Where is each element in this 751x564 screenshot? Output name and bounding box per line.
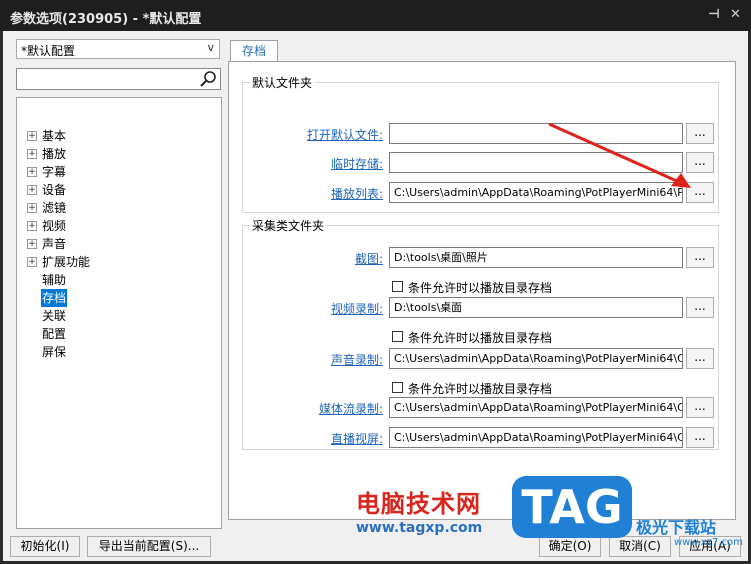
tree-item[interactable]: 存档 [17, 289, 217, 307]
ok-button[interactable]: 确定(O) [539, 536, 601, 557]
browse-button[interactable]: ... [686, 247, 714, 268]
annotation-arrow [548, 122, 691, 188]
tree-item[interactable]: + 视频 [17, 217, 217, 235]
folder-label-link[interactable]: 打开默认文件: [307, 126, 383, 143]
default-folders-title: 默认文件夹 [249, 74, 316, 91]
search-icon[interactable] [199, 70, 217, 88]
tree-item[interactable]: + 播放 [17, 145, 217, 163]
tree-item[interactable]: + 基本 [17, 127, 217, 145]
tab-panel: 默认文件夹 打开默认文件:... 临时存储:... 播放列表: C:\Users\ad… [228, 61, 736, 520]
expand-icon[interactable]: + [27, 167, 37, 177]
expand-icon[interactable]: + [27, 185, 37, 195]
tree-item-label: 基本 [42, 129, 67, 143]
chevron-down-icon: v [207, 41, 214, 54]
expand-icon[interactable]: + [27, 203, 37, 213]
tree-item[interactable]: + 字幕 [17, 163, 217, 181]
use-playback-dir-checkbox[interactable]: 条件允许时以播放目录存档 [392, 330, 592, 345]
tree-item-label: 播放 [42, 147, 67, 161]
profile-select[interactable]: *默认配置 v [16, 39, 220, 59]
cancel-button[interactable]: 取消(C) [609, 536, 671, 557]
browse-button[interactable]: ... [686, 397, 714, 418]
initialize-button[interactable]: 初始化(I) [10, 536, 80, 557]
tree-item[interactable]: + 设备 [17, 181, 217, 199]
folder-path-input[interactable]: C:\Users\admin\AppData\Roaming\PotPlayer… [389, 427, 683, 448]
tab-archive[interactable]: 存档 [230, 40, 278, 62]
export-config-button[interactable]: 导出当前配置(S)... [87, 536, 211, 557]
window-title: 参数选项(230905) - *默认配置 [10, 12, 202, 27]
close-icon[interactable]: ✕ [730, 7, 741, 22]
tree-item-label: 字幕 [42, 165, 67, 179]
tree-item-label: 扩展功能 [42, 255, 91, 269]
tree-item-label: 配置 [42, 327, 67, 341]
tree-item[interactable]: + 扩展功能 [17, 253, 217, 271]
watermark-brand: 电脑技术网 [356, 490, 481, 518]
tree-item-label: 存档 [41, 289, 68, 307]
watermark-site: 极光下载站 [636, 518, 717, 537]
tree-item[interactable]: 辅助 [17, 271, 217, 289]
search-input[interactable] [16, 68, 221, 90]
folder-path-input[interactable]: C:\Users\admin\AppData\Roaming\PotPlayer… [389, 397, 683, 418]
checkbox-box[interactable] [392, 281, 403, 292]
tree-item[interactable]: 屏保 [17, 343, 217, 361]
expand-icon[interactable]: + [27, 239, 37, 249]
tree-item[interactable]: 配置 [17, 325, 217, 343]
folder-label-link[interactable]: 直播视屏: [331, 430, 383, 447]
use-playback-dir-checkbox[interactable]: 条件允许时以播放目录存档 [392, 280, 592, 295]
capture-folders-group: 采集类文件夹 截图: D:\tools\桌面\照片... 条件允许时以播放目录存档视… [242, 217, 719, 450]
folder-label-link[interactable]: 声音录制: [331, 351, 383, 368]
settings-tree: + 基本 + 播放 + 字幕 + 设备 + 滤镜 + 视频 + 声音 + 扩展功能 辅助 存档 关联 配置 屏保 [16, 97, 222, 529]
folder-label-link[interactable]: 媒体流录制: [319, 400, 383, 417]
checkbox-label: 条件允许时以播放目录存档 [408, 382, 553, 396]
expand-icon[interactable]: + [27, 149, 37, 159]
expand-icon[interactable]: + [27, 131, 37, 141]
tree-item-label: 滤镜 [42, 201, 67, 215]
tree-item-label: 设备 [42, 183, 67, 197]
profile-select-value: *默认配置 [21, 44, 76, 58]
tree-item-label: 辅助 [42, 273, 67, 287]
watermark-url: www.tagxp.com [356, 520, 483, 536]
tree-item-label: 关联 [42, 309, 67, 323]
capture-folders-title: 采集类文件夹 [249, 217, 328, 234]
folder-label-link[interactable]: 播放列表: [331, 185, 383, 202]
browse-button[interactable]: ... [686, 427, 714, 448]
use-playback-dir-checkbox[interactable]: 条件允许时以播放目录存档 [392, 381, 592, 396]
watermark-site-url: www.xz7.com [674, 537, 743, 548]
folder-path-input[interactable]: C:\Users\admin\AppData\Roaming\PotPlayer… [389, 348, 683, 369]
folder-label-link[interactable]: 临时存储: [331, 155, 383, 172]
tree-item[interactable]: 关联 [17, 307, 217, 325]
tree-item[interactable]: + 声音 [17, 235, 217, 253]
tree-item-label: 屏保 [42, 345, 67, 359]
folder-label-link[interactable]: 截图: [355, 250, 383, 267]
checkbox-label: 条件允许时以播放目录存档 [408, 331, 553, 345]
tree-item-label: 视频 [42, 219, 67, 233]
expand-icon[interactable]: + [27, 221, 37, 231]
checkbox-label: 条件允许时以播放目录存档 [408, 281, 553, 295]
folder-path-input[interactable]: D:\tools\桌面 [389, 297, 683, 318]
checkbox-box[interactable] [392, 331, 403, 342]
folder-path-input[interactable]: D:\tools\桌面\照片 [389, 247, 683, 268]
pin-icon[interactable]: ⊣ [708, 7, 720, 22]
browse-button[interactable]: ... [686, 297, 714, 318]
checkbox-box[interactable] [392, 382, 403, 393]
expand-icon[interactable]: + [27, 257, 37, 267]
tree-item-label: 声音 [42, 237, 67, 251]
title-bar: 参数选项(230905) - *默认配置 ⊣ ✕ [0, 0, 751, 31]
browse-button[interactable]: ... [686, 348, 714, 369]
tree-item[interactable]: + 滤镜 [17, 199, 217, 217]
dialog-client: *默认配置 v + 基本 + 播放 + 字幕 + 设备 + 滤镜 + 视频 + 声音 + 扩展功能 辅助 存档 关联… [3, 31, 748, 561]
folder-label-link[interactable]: 视频录制: [331, 300, 383, 317]
watermark-tag-logo: TAG [512, 476, 632, 538]
